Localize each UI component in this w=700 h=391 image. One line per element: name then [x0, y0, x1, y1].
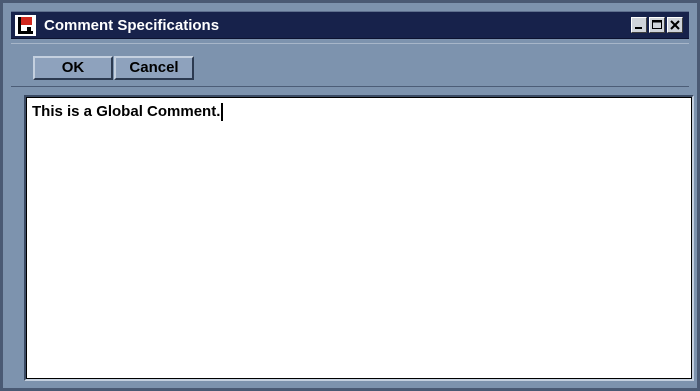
maximize-icon: [652, 20, 662, 29]
ok-button[interactable]: OK: [33, 56, 113, 80]
window-title: Comment Specifications: [44, 17, 220, 34]
close-button[interactable]: [667, 17, 683, 33]
app-flag-icon: [15, 15, 36, 36]
comment-specifications-window: Comment Specifications OK Cancel This is…: [0, 0, 700, 391]
minimize-button[interactable]: [631, 17, 647, 33]
cancel-button[interactable]: Cancel: [114, 56, 194, 80]
minimize-icon: [635, 27, 642, 29]
button-toolbar: OK Cancel: [11, 43, 689, 87]
comment-text-area[interactable]: This is a Global Comment.: [27, 98, 691, 378]
comment-text: This is a Global Comment.: [32, 103, 221, 120]
comment-text-area-frame: This is a Global Comment.: [24, 95, 694, 381]
comment-text-line: This is a Global Comment.: [32, 103, 224, 121]
title-bar[interactable]: Comment Specifications: [11, 11, 689, 39]
text-caret: [221, 103, 224, 121]
maximize-button[interactable]: [649, 17, 665, 33]
close-icon: [670, 20, 680, 30]
